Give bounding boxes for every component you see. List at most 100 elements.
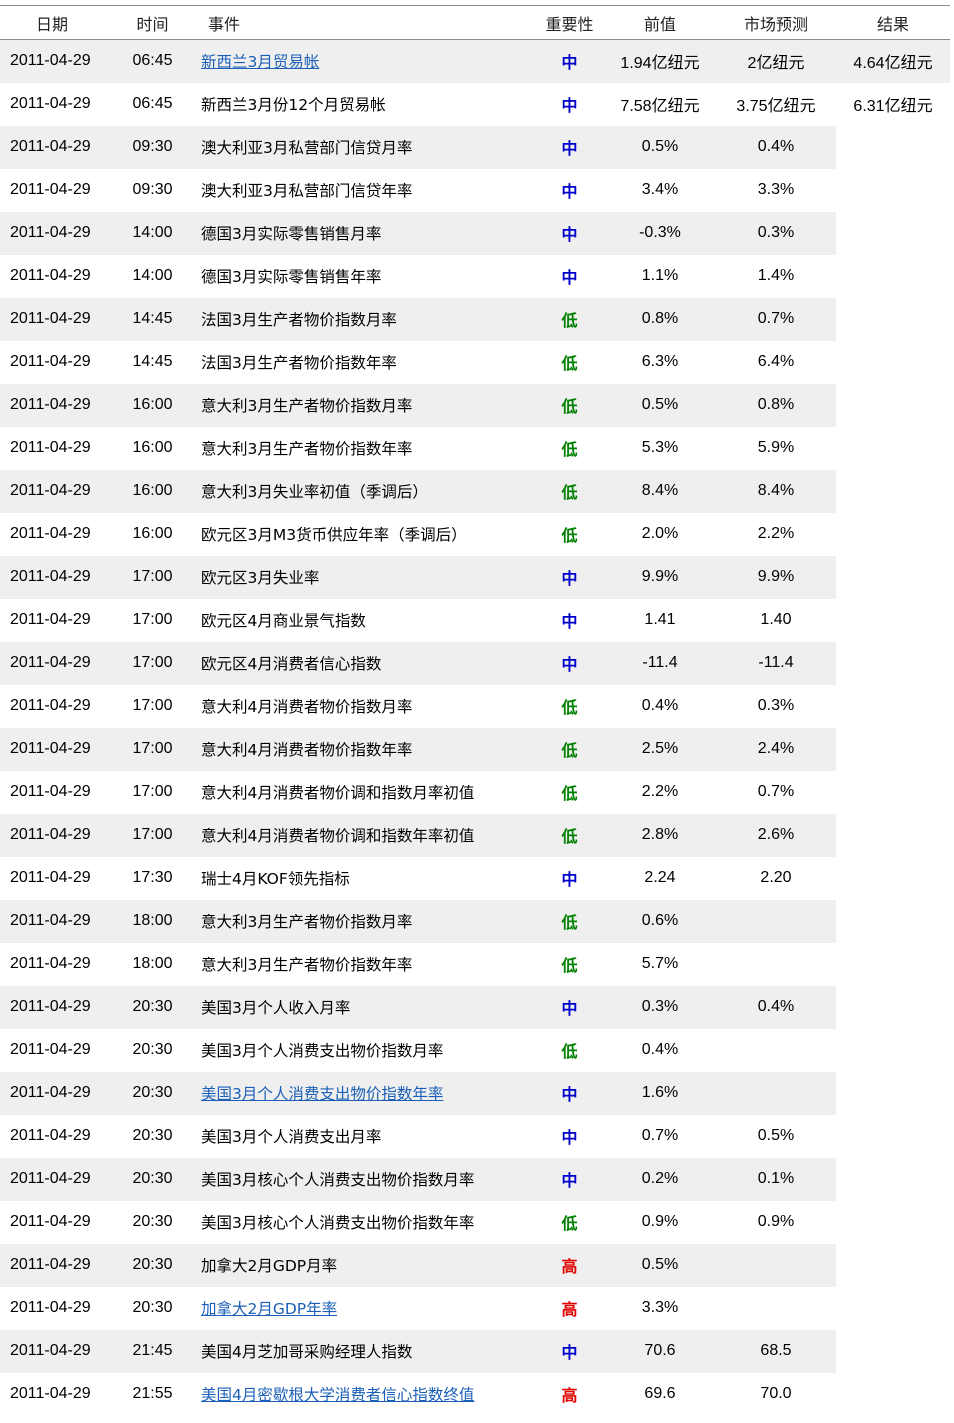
table-row: 2011-04-29 06:45 新西兰3月份12个月贸易帐中 7.58亿纽元 3.75… <box>0 82 950 126</box>
cell-result: 6.31亿纽元 <box>836 82 950 126</box>
cell-event: 意大利3月生产者物价指数年率 <box>200 942 535 986</box>
cell-forecast: 0.8% <box>716 383 836 427</box>
cell-date: 2011-04-29 <box>0 684 105 728</box>
header-time: 时间 <box>105 5 200 40</box>
table-row: 2011-04-29 18:00 意大利3月生产者物价指数年率低 5.7% <box>0 942 950 986</box>
cell-time: 14:45 <box>105 340 200 384</box>
importance-badge: 中 <box>535 1157 604 1201</box>
economic-calendar: 日期 时间 事件 重要性 前值 市场预测 结果 2011-04-29 06:45 新… <box>0 0 954 1423</box>
cell-time: 20:30 <box>105 1028 200 1072</box>
cell-result <box>836 813 950 857</box>
cell-forecast: 0.4% <box>716 125 836 169</box>
cell-forecast <box>716 899 836 943</box>
cell-previous: 5.7% <box>604 942 716 986</box>
cell-previous: 0.4% <box>604 1028 716 1072</box>
table-row: 2011-04-29 17:00 意大利4月消费者物价调和指数月率初值低 2.2% 0.… <box>0 770 950 814</box>
table-row: 2011-04-29 14:45 法国3月生产者物价指数月率低 0.8% 0.7% <box>0 297 950 341</box>
table-row: 2011-04-29 20:30 美国3月个人消费支出月率中 0.7% 0.5% <box>0 1114 950 1158</box>
table-row: 2011-04-29 20:30 加拿大2月GDP年率高 3.3% <box>0 1286 950 1330</box>
table-row: 2011-04-29 14:45 法国3月生产者物价指数年率低 6.3% 6.4% <box>0 340 950 384</box>
cell-date: 2011-04-29 <box>0 555 105 599</box>
cell-forecast: 0.1% <box>716 1157 836 1201</box>
cell-date: 2011-04-29 <box>0 1286 105 1330</box>
table-row: 2011-04-29 20:30 美国3月个人消费支出物价指数月率低 0.4% <box>0 1028 950 1072</box>
cell-event: 意大利3月失业率初值（季调后） <box>200 469 535 513</box>
importance-badge: 中 <box>535 168 604 212</box>
importance-badge: 高 <box>535 1372 604 1416</box>
cell-previous: 7.58亿纽元 <box>604 82 716 126</box>
cell-forecast: 1.4% <box>716 254 836 298</box>
cell-date: 2011-04-29 <box>0 1157 105 1201</box>
table-row: 2011-04-29 20:30 美国3月核心个人消费支出物价指数月率中 0.2% 0.… <box>0 1157 950 1201</box>
cell-previous: 0.5% <box>604 125 716 169</box>
cell-result <box>836 512 950 556</box>
cell-forecast <box>716 1028 836 1072</box>
cell-forecast: 2.6% <box>716 813 836 857</box>
cell-event: 法国3月生产者物价指数年率 <box>200 340 535 384</box>
cell-time: 17:00 <box>105 727 200 771</box>
header-previous: 前值 <box>604 5 716 40</box>
cell-forecast <box>716 1286 836 1330</box>
cell-result <box>836 426 950 470</box>
cell-time: 16:00 <box>105 512 200 556</box>
table-row: 2011-04-29 17:00 意大利4月消费者物价调和指数年率初值低 2.8% 2.… <box>0 813 950 857</box>
cell-time: 16:00 <box>105 383 200 427</box>
cell-event: 意大利4月消费者物价调和指数月率初值 <box>200 770 535 814</box>
cell-date: 2011-04-29 <box>0 1028 105 1072</box>
cell-date: 2011-04-29 <box>0 383 105 427</box>
event-link[interactable]: 新西兰3月贸易帐 <box>200 39 535 83</box>
cell-forecast: 1.40 <box>716 598 836 642</box>
cell-event: 新西兰3月份12个月贸易帐 <box>200 82 535 126</box>
cell-forecast: 3.75亿纽元 <box>716 82 836 126</box>
cell-result <box>836 641 950 685</box>
cell-event: 德国3月实际零售销售月率 <box>200 211 535 255</box>
cell-result <box>836 1286 950 1330</box>
cell-date: 2011-04-29 <box>0 168 105 212</box>
cell-time: 14:00 <box>105 211 200 255</box>
importance-badge: 低 <box>535 512 604 556</box>
cell-forecast <box>716 1243 836 1287</box>
cell-time: 20:30 <box>105 1243 200 1287</box>
table-row: 2011-04-29 17:00 意大利4月消费者物价指数月率低 0.4% 0.3% <box>0 684 950 728</box>
cell-result <box>836 1071 950 1115</box>
table-row: 2011-04-29 09:30 澳大利亚3月私营部门信贷月率中 0.5% 0.4% <box>0 125 950 169</box>
importance-badge: 中 <box>535 856 604 900</box>
cell-previous: 0.5% <box>604 383 716 427</box>
importance-badge: 低 <box>535 469 604 513</box>
header-row: 日期 时间 事件 重要性 前值 市场预测 结果 <box>0 5 950 40</box>
cell-previous: 2.0% <box>604 512 716 556</box>
cell-event: 意大利4月消费者物价调和指数年率初值 <box>200 813 535 857</box>
cell-event: 澳大利亚3月私营部门信贷年率 <box>200 168 535 212</box>
table-body: 2011-04-29 06:45 新西兰3月贸易帐中 1.94亿纽元 2亿纽元 4.64亿… <box>0 39 950 1416</box>
cell-forecast: 2.20 <box>716 856 836 900</box>
cell-result <box>836 254 950 298</box>
cell-time: 09:30 <box>105 125 200 169</box>
cell-previous: -0.3% <box>604 211 716 255</box>
cell-result <box>836 168 950 212</box>
cell-previous: 0.3% <box>604 985 716 1029</box>
cell-time: 17:00 <box>105 813 200 857</box>
cell-event: 澳大利亚3月私营部门信贷月率 <box>200 125 535 169</box>
event-link[interactable]: 美国4月密歇根大学消费者信心指数终值 <box>200 1372 535 1416</box>
table-row: 2011-04-29 17:00 意大利4月消费者物价指数年率低 2.5% 2.4% <box>0 727 950 771</box>
importance-badge: 中 <box>535 985 604 1029</box>
cell-forecast <box>716 1071 836 1115</box>
importance-badge: 中 <box>535 555 604 599</box>
cell-previous: 0.6% <box>604 899 716 943</box>
cell-time: 20:30 <box>105 1071 200 1115</box>
event-link[interactable]: 加拿大2月GDP年率 <box>200 1286 535 1330</box>
cell-previous: 9.9% <box>604 555 716 599</box>
table-row: 2011-04-29 14:00 德国3月实际零售销售年率中 1.1% 1.4% <box>0 254 950 298</box>
cell-date: 2011-04-29 <box>0 254 105 298</box>
cell-event: 美国3月核心个人消费支出物价指数月率 <box>200 1157 535 1201</box>
table-row: 2011-04-29 20:30 美国3月个人消费支出物价指数年率中 1.6% <box>0 1071 950 1115</box>
cell-forecast: 3.3% <box>716 168 836 212</box>
event-link[interactable]: 美国3月个人消费支出物价指数年率 <box>200 1071 535 1115</box>
cell-result <box>836 770 950 814</box>
cell-date: 2011-04-29 <box>0 813 105 857</box>
cell-result <box>836 383 950 427</box>
cell-date: 2011-04-29 <box>0 1329 105 1373</box>
cell-result: 4.64亿纽元 <box>836 39 950 83</box>
importance-badge: 中 <box>535 1114 604 1158</box>
cell-previous: 8.4% <box>604 469 716 513</box>
